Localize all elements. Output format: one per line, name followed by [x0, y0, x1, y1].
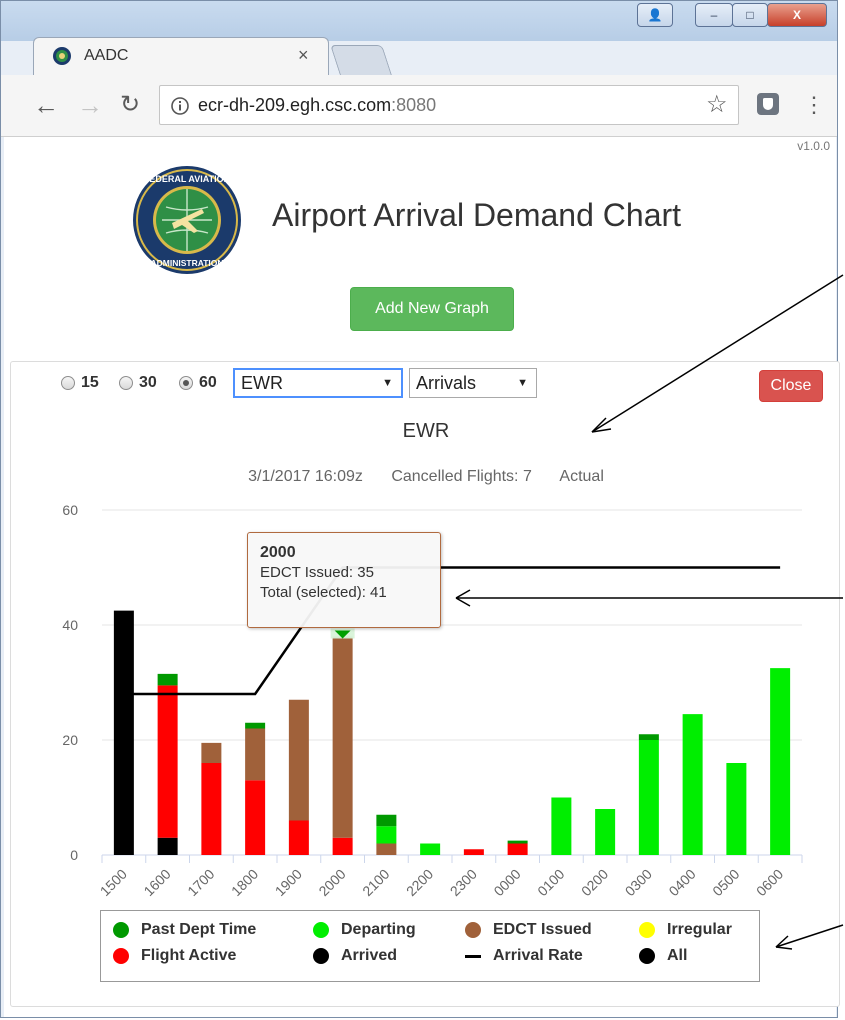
bar-segment: [245, 780, 266, 855]
legend-label: Arrived: [341, 947, 398, 964]
legend-dot-swatch: [313, 922, 329, 938]
bar-segment: [376, 843, 397, 855]
bar-segment: [201, 742, 222, 763]
bar-segment: [157, 837, 178, 855]
y-tick-label: 60: [62, 502, 78, 518]
legend-dot-swatch: [639, 948, 655, 964]
chart-tooltip: 2000 EDCT Issued: 35 Total (selected): 4…: [247, 532, 441, 628]
legend-dot-swatch: [113, 922, 129, 938]
x-tick-label: 0600: [753, 866, 786, 899]
bar-segment: [332, 837, 353, 855]
legend-label: All: [667, 947, 688, 964]
legend-item[interactable]: Past Dept Time: [113, 921, 256, 939]
legend-item[interactable]: Arrival Rate: [465, 947, 583, 965]
legend-dot-swatch: [639, 922, 655, 938]
tooltip-line: Total (selected): 41: [260, 584, 387, 601]
bar-segment: [507, 843, 528, 855]
bar-segment: [376, 814, 397, 827]
x-tick-label: 0400: [665, 866, 698, 899]
legend-item[interactable]: Arrived: [313, 947, 397, 965]
tooltip-line: EDCT Issued: 35: [260, 564, 374, 581]
y-tick-label: 40: [62, 617, 78, 633]
arrival-rate-line: [123, 566, 781, 696]
legend-label: Arrival Rate: [493, 947, 583, 964]
legend-dot-swatch: [313, 948, 329, 964]
bar-segment: [595, 809, 616, 855]
legend-item[interactable]: Flight Active: [113, 947, 236, 965]
x-tick-label: 0500: [709, 866, 742, 899]
bar-segment: [726, 763, 747, 855]
legend-dot-swatch: [113, 948, 129, 964]
bar-segment: [638, 740, 659, 855]
arrival-demand-chart: 0 20 40 60 1500 1600 1700 1800 1900 2000 2100 2200 2…: [62, 274, 844, 950]
bar-segment: [420, 843, 441, 855]
x-tick-label: 1700: [184, 866, 217, 899]
legend-item[interactable]: Irregular: [639, 921, 732, 939]
legend-dot-swatch: [465, 922, 481, 938]
x-tick-label: 1900: [272, 866, 305, 899]
bar-segment: [113, 610, 134, 855]
legend-item[interactable]: Departing: [313, 921, 416, 939]
bar-segment: [507, 840, 528, 844]
annotation-arrowhead: [591, 417, 612, 433]
x-tick-label: 1500: [97, 866, 130, 899]
bar-segment: [551, 797, 572, 855]
x-tick-label: 1600: [140, 866, 173, 899]
x-tick-label: 2000: [315, 866, 348, 899]
x-tick-label: 2300: [447, 866, 480, 899]
legend-label: Departing: [341, 921, 416, 938]
bar-segment: [157, 673, 178, 686]
bar-segment: [201, 763, 222, 855]
legend-label: Irregular: [667, 921, 732, 938]
bar-segment: [682, 714, 703, 855]
x-tick-label: 2100: [359, 866, 392, 899]
x-tick-label: 0300: [622, 866, 655, 899]
x-tick-label: 0200: [578, 866, 611, 899]
x-tick-label: 1800: [228, 866, 261, 899]
y-tick-label: 20: [62, 732, 78, 748]
legend-item[interactable]: All: [639, 947, 687, 965]
bar-segment: [157, 685, 178, 838]
tooltip-title: 2000: [260, 544, 296, 561]
bar-segment: [288, 820, 309, 855]
legend-label: EDCT Issued: [493, 921, 592, 938]
annotation-arrow: [775, 924, 844, 948]
x-tick-label: 0100: [534, 866, 567, 899]
legend-label: Past Dept Time: [141, 921, 257, 938]
bar-segment: [638, 734, 659, 740]
bar-segment: [245, 722, 266, 729]
bar-segment: [332, 636, 353, 838]
x-tick-label: 2200: [403, 866, 436, 899]
bar-segment: [245, 728, 266, 781]
legend-label: Flight Active: [141, 947, 237, 964]
legend-line-swatch: [465, 954, 481, 958]
bar-segment: [376, 826, 397, 844]
bar-segment: [288, 699, 309, 821]
y-tick-label: 0: [70, 847, 78, 863]
chart-legend: Past Dept Time Departing EDCT Issued Irregu…: [100, 910, 760, 982]
legend-item[interactable]: EDCT Issued: [465, 921, 592, 939]
annotation-arrow: [591, 274, 844, 433]
bar-segment: [463, 849, 484, 855]
x-tick-label: 0000: [490, 866, 523, 899]
bar-segment: [770, 668, 791, 855]
